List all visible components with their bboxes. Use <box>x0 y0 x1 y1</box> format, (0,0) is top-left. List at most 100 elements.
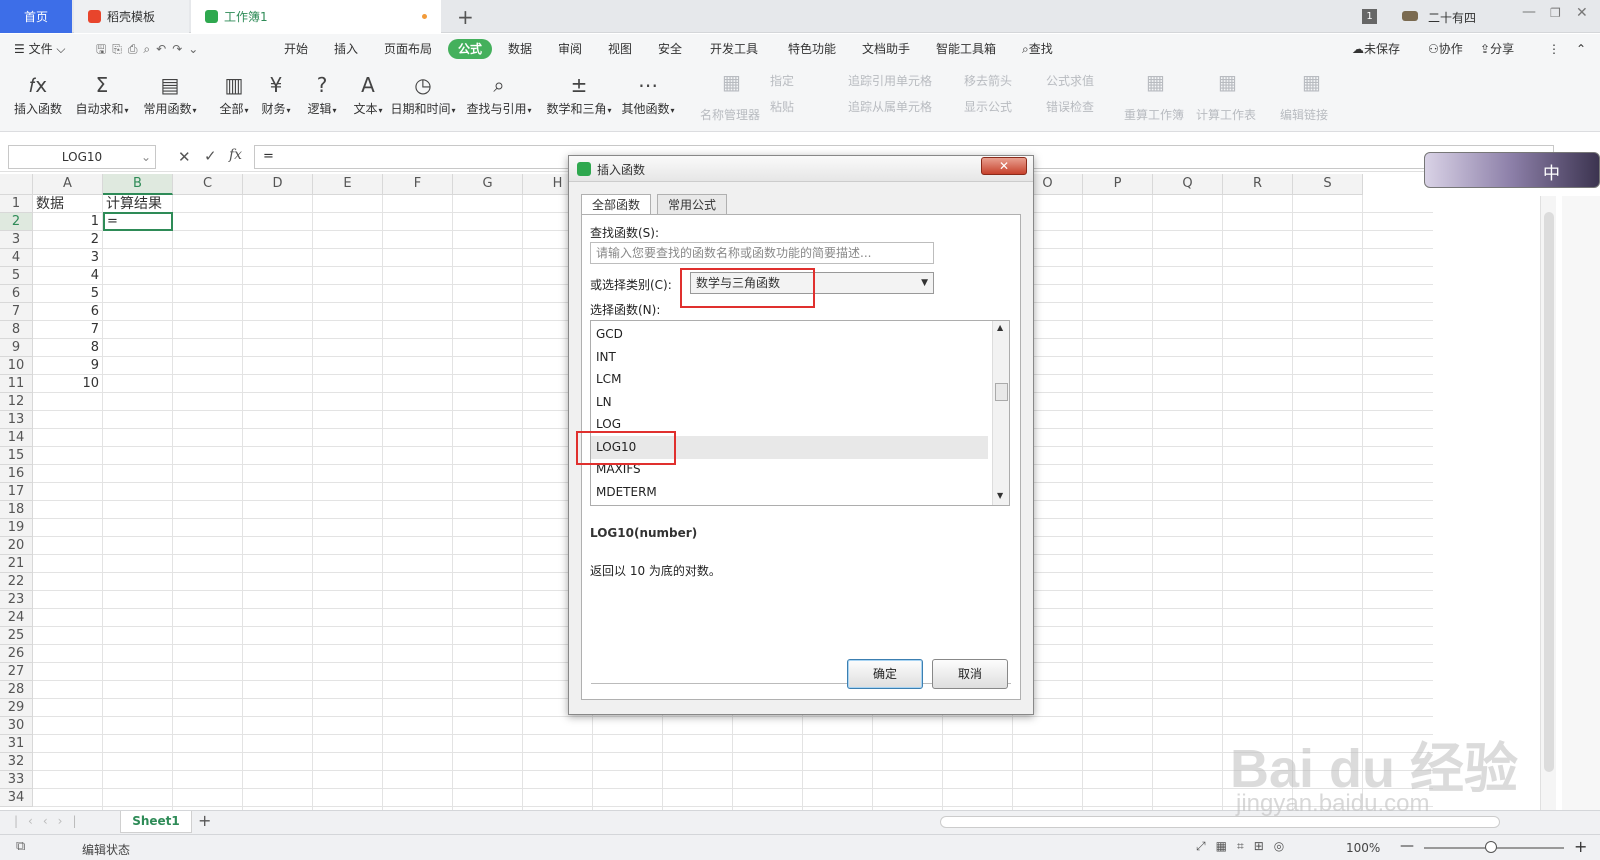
tab-all-functions[interactable]: 全部函数 <box>581 194 652 216</box>
tab-home[interactable]: 首页 <box>0 0 72 33</box>
ribbon-button-common-func[interactable]: ▤ 常用函数▾ <box>138 70 202 117</box>
select-all-corner[interactable] <box>0 174 33 195</box>
ribbon-button-lookup[interactable]: ⌕ 查找与引用▾ <box>460 70 538 117</box>
maximize-icon[interactable]: ❐ <box>1550 6 1561 20</box>
row-header[interactable]: 1 <box>0 195 33 213</box>
zoom-in-icon[interactable]: + <box>1574 837 1587 856</box>
menu-insert[interactable]: 插入 <box>334 39 358 59</box>
row-header[interactable]: 4 <box>0 249 33 267</box>
ribbon-button-sigma[interactable]: Σ 自动求和▾ <box>70 70 134 117</box>
menu-review[interactable]: 审阅 <box>558 39 582 59</box>
function-list-scroll-thumb[interactable] <box>995 383 1008 401</box>
row-header[interactable]: 28 <box>0 681 33 699</box>
row-header[interactable]: 21 <box>0 555 33 573</box>
cell-a2[interactable]: 1 <box>33 213 99 231</box>
dialog-titlebar[interactable]: 插入函数 ✕ <box>569 156 1033 182</box>
zoom-out-icon[interactable]: — <box>1400 838 1414 854</box>
function-item-int[interactable]: INT <box>591 346 988 369</box>
ribbon-button-fx[interactable]: 𝑓x 插入函数 <box>6 70 70 117</box>
vertical-scrollbar[interactable] <box>1540 196 1556 810</box>
function-list[interactable]: MDETERM MAXIFS LOG10 LOG LN LCM INT GCD ▲ ▼ <box>590 320 1010 506</box>
row-header[interactable]: 12 <box>0 393 33 411</box>
more-icon[interactable]: ⋮ <box>1548 39 1560 59</box>
vertical-scroll-thumb[interactable] <box>1544 212 1554 772</box>
row-header[interactable]: 17 <box>0 483 33 501</box>
page-count-badge[interactable]: 1 <box>1362 9 1377 24</box>
name-box[interactable]: LOG10 ⌄ <box>8 145 156 169</box>
close-window-icon[interactable]: ✕ <box>1576 5 1588 21</box>
row-header[interactable]: 26 <box>0 645 33 663</box>
collab-button[interactable]: ⚇协作 <box>1428 39 1463 59</box>
dialog-close-button[interactable]: ✕ <box>981 157 1027 175</box>
row-header[interactable]: 14 <box>0 429 33 447</box>
row-header[interactable]: 8 <box>0 321 33 339</box>
row-header[interactable]: 15 <box>0 447 33 465</box>
macro-icon[interactable]: ⧉ <box>16 839 25 854</box>
cell-a5[interactable]: 4 <box>33 267 99 285</box>
function-item-mdeterm[interactable]: MDETERM <box>591 481 988 504</box>
column-header-E[interactable]: E <box>313 174 383 195</box>
column-header-R[interactable]: R <box>1223 174 1293 195</box>
row-header[interactable]: 18 <box>0 501 33 519</box>
column-header-S[interactable]: S <box>1293 174 1363 195</box>
cell-a8[interactable]: 7 <box>33 321 99 339</box>
menu-data[interactable]: 数据 <box>508 39 532 59</box>
column-header-P[interactable]: P <box>1083 174 1153 195</box>
add-sheet-icon[interactable]: + <box>198 811 211 830</box>
row-header[interactable]: 2 <box>0 213 33 231</box>
row-header[interactable]: 22 <box>0 573 33 591</box>
row-header[interactable]: 20 <box>0 537 33 555</box>
column-header-F[interactable]: F <box>383 174 453 195</box>
menu-page-layout[interactable]: 页面布局 <box>384 39 432 59</box>
row-header[interactable]: 19 <box>0 519 33 537</box>
row-header[interactable]: 32 <box>0 753 33 771</box>
menu-view[interactable]: 视图 <box>608 39 632 59</box>
minimize-icon[interactable]: — <box>1522 4 1536 20</box>
quick-access-toolbar[interactable]: 🖫⎘⎙⌕↶↷⌄ <box>96 39 204 59</box>
menu-formula[interactable]: 公式 <box>448 39 493 59</box>
row-header[interactable]: 6 <box>0 285 33 303</box>
tab-templates[interactable]: 稻壳模板 <box>74 0 189 33</box>
zoom-level[interactable]: 100% <box>1346 841 1380 855</box>
menu-developer[interactable]: 开发工具 <box>710 39 758 59</box>
scroll-up-icon[interactable]: ▲ <box>997 323 1003 332</box>
row-header[interactable]: 33 <box>0 771 33 789</box>
menu-security[interactable]: 安全 <box>658 39 682 59</box>
unsaved-button[interactable]: ☁未保存 <box>1352 39 1400 59</box>
row-header[interactable]: 13 <box>0 411 33 429</box>
row-header[interactable]: 31 <box>0 735 33 753</box>
check-icon[interactable]: ✓ <box>204 147 217 165</box>
cell-a11[interactable]: 10 <box>33 375 99 393</box>
column-header-B[interactable]: B <box>103 174 173 195</box>
tab-common-formulas[interactable]: 常用公式 <box>657 194 728 215</box>
cancel-button[interactable]: 取消 <box>932 659 1008 689</box>
column-header-Q[interactable]: Q <box>1153 174 1223 195</box>
row-header[interactable]: 30 <box>0 717 33 735</box>
cancel-icon[interactable]: ✕ <box>178 148 191 166</box>
cell-a4[interactable]: 3 <box>33 249 99 267</box>
view-mode-icons[interactable]: ⤢▦⌗⊞◎ <box>1196 839 1294 854</box>
zoom-slider-handle[interactable] <box>1485 841 1497 853</box>
menu-start[interactable]: 开始 <box>284 39 308 59</box>
function-item-lcm[interactable]: LCM <box>591 368 988 391</box>
ime-toolbar[interactable]: 中 <box>1424 152 1600 188</box>
cell-a6[interactable]: 5 <box>33 285 99 303</box>
cell-a9[interactable]: 8 <box>33 339 99 357</box>
file-menu[interactable]: ☰ 文件 ⌵ <box>14 39 66 59</box>
row-header[interactable]: 24 <box>0 609 33 627</box>
cell-a10[interactable]: 9 <box>33 357 99 375</box>
row-header[interactable]: 34 <box>0 789 33 807</box>
function-search-input[interactable]: 请输入您要查找的函数名称或函数功能的简要描述... <box>590 242 934 264</box>
row-header[interactable]: 25 <box>0 627 33 645</box>
cell-a1[interactable]: 数据 <box>36 195 64 213</box>
sheet-nav-icons[interactable]: |‹‹›| <box>14 814 86 828</box>
user-name[interactable]: 二十有四 <box>1428 9 1476 26</box>
row-header[interactable]: 11 <box>0 375 33 393</box>
ok-button[interactable]: 确定 <box>847 659 923 689</box>
ribbon-button-datetime[interactable]: ◷ 日期和时间▾ <box>384 70 462 117</box>
cell-a7[interactable]: 6 <box>33 303 99 321</box>
ribbon-button-math[interactable]: ± 数学和三角▾ <box>540 70 618 117</box>
row-header[interactable]: 7 <box>0 303 33 321</box>
row-header[interactable]: 5 <box>0 267 33 285</box>
cell-b1[interactable]: 计算结果 <box>106 195 162 213</box>
